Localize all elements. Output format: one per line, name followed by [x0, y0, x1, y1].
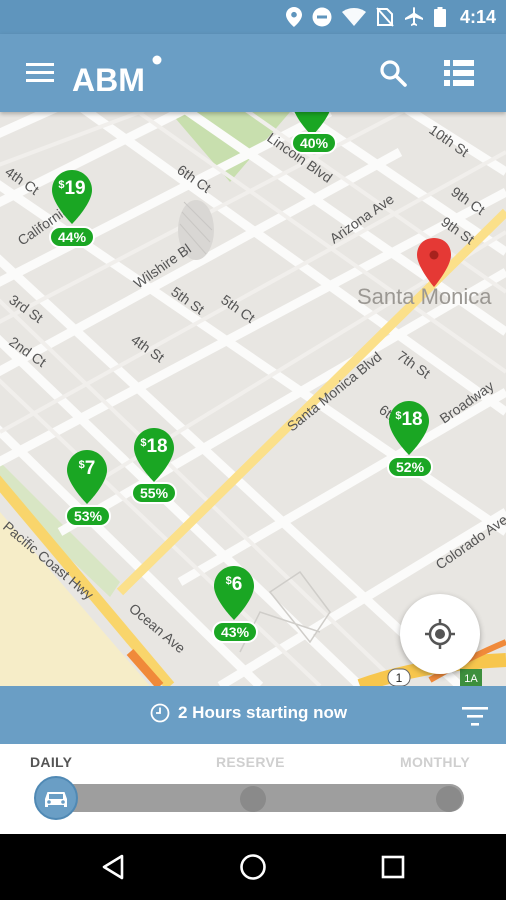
hamburger-menu-icon [26, 63, 54, 82]
filter-icon [462, 707, 488, 726]
status-bar: 4:14 [0, 0, 506, 34]
wifi-icon [341, 8, 366, 26]
do-not-disturb-icon [312, 7, 332, 27]
back-icon [102, 854, 124, 880]
parking-mode-selector: DAILY RESERVE MONTHLY [0, 744, 506, 834]
my-location-button[interactable] [400, 594, 480, 674]
back-button[interactable] [98, 852, 128, 882]
mode-daily[interactable]: DAILY [30, 754, 72, 770]
parking-pin[interactable]: $19 [52, 170, 92, 224]
list-view-icon [444, 60, 474, 86]
mode-stop-reserve[interactable] [240, 786, 266, 812]
filter-button[interactable] [462, 705, 488, 727]
airplane-icon [404, 7, 423, 26]
android-nav-bar [0, 834, 506, 900]
occupancy-badge[interactable]: 55% [131, 482, 178, 504]
occupancy-badge[interactable]: 53% [65, 505, 112, 527]
recents-icon [381, 855, 405, 879]
home-icon [240, 854, 266, 880]
mode-reserve[interactable]: RESERVE [216, 754, 285, 770]
recents-button[interactable] [378, 852, 408, 882]
mode-slider-thumb[interactable] [34, 776, 78, 820]
occupancy-badge[interactable]: 43% [212, 621, 259, 643]
car-icon [45, 792, 67, 807]
occupancy-badge[interactable]: 52% [387, 456, 434, 478]
parking-pin[interactable]: $18 [134, 428, 174, 482]
parking-pin[interactable]: $18 [389, 401, 429, 455]
parking-pin[interactable]: $6 [214, 566, 254, 620]
mode-stop-monthly[interactable] [436, 786, 462, 812]
map-view[interactable]: 4th Ct California 6th Ct Wilshire Bl Lin… [0, 112, 506, 686]
svg-text:1A: 1A [464, 673, 478, 685]
time-filter-label: 2 Hours starting now [178, 703, 348, 722]
crosshair-icon [425, 619, 455, 649]
app-bar: ABM [0, 34, 506, 112]
home-button[interactable] [238, 852, 268, 882]
battery-icon [433, 7, 446, 27]
search-icon [380, 60, 407, 87]
menu-button[interactable] [26, 60, 54, 84]
search-button[interactable] [378, 58, 408, 88]
occupancy-badge[interactable]: 40% [291, 132, 338, 154]
mode-monthly[interactable]: MONTHLY [400, 754, 470, 770]
city-label: Santa Monica [357, 284, 492, 309]
parking-pin[interactable]: $7 [67, 450, 107, 504]
occupancy-badge[interactable]: 44% [49, 226, 96, 248]
clock-icon [150, 703, 170, 723]
svg-text:ABM: ABM [72, 62, 145, 94]
abm-logo: ABM [72, 55, 162, 94]
status-time: 4:14 [459, 6, 496, 27]
time-filter-bar[interactable]: 2 Hours starting now [0, 686, 506, 744]
list-view-button[interactable] [444, 59, 474, 87]
location-icon [285, 7, 302, 27]
no-sim-icon [376, 7, 394, 27]
